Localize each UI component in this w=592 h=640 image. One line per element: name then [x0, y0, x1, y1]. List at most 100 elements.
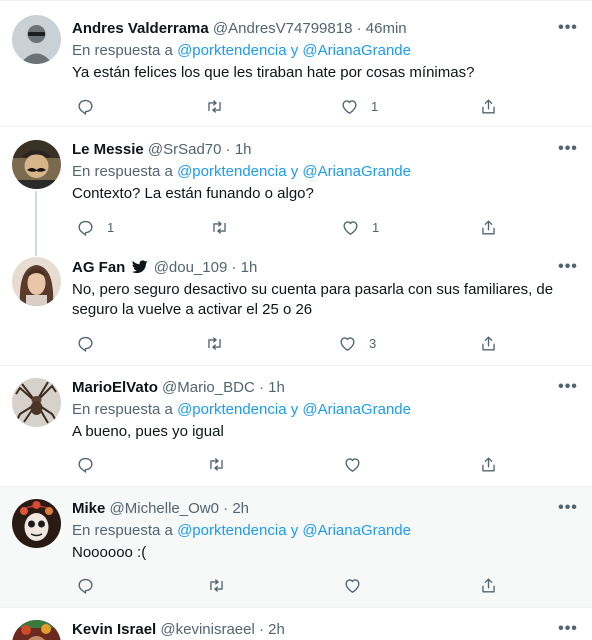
like-count: 1: [372, 219, 380, 235]
like-button[interactable]: 3: [338, 333, 376, 353]
reply-icon: [78, 99, 93, 115]
reply-button[interactable]: [76, 454, 107, 474]
reply-button[interactable]: [76, 333, 107, 353]
timestamp[interactable]: 2h: [268, 621, 285, 638]
share-icon: [482, 219, 495, 235]
tweet-header: MarioElVato @Mario_BDC · 1h: [72, 378, 578, 398]
share-icon: [482, 335, 495, 351]
share-button[interactable]: [479, 217, 498, 237]
display-name[interactable]: Le Messie: [72, 141, 144, 158]
tweet[interactable]: AG Fan @dou_109 · 1h No, pero seguro des…: [0, 248, 592, 366]
reply-count: 1: [107, 219, 115, 235]
more-options-icon[interactable]: •••: [558, 379, 578, 402]
retweet-icon: [210, 578, 223, 592]
username[interactable]: @Mario_BDC: [162, 379, 255, 396]
reply-prefix: En respuesta a: [72, 163, 173, 180]
share-button[interactable]: [479, 454, 498, 474]
avatar[interactable]: [12, 378, 61, 427]
reply-prefix: En respuesta a: [72, 522, 173, 539]
reply-context: En respuesta a @porktendencia y @ArianaG…: [72, 41, 578, 61]
like-button[interactable]: [343, 454, 374, 474]
replies-feed: Andres Valderrama @AndresV74799818 · 46m…: [0, 0, 592, 640]
avatar[interactable]: [12, 15, 61, 64]
more-options-icon[interactable]: •••: [558, 20, 578, 43]
reply-icon: [78, 336, 93, 352]
tweet[interactable]: Andres Valderrama @AndresV74799818 · 46m…: [0, 1, 592, 127]
tweet[interactable]: Kevin Israel @kevinisraeel · 2h •••: [0, 608, 592, 640]
display-name[interactable]: AG Fan: [72, 259, 125, 276]
reply-prefix: En respuesta a: [72, 401, 173, 418]
avatar[interactable]: [12, 499, 61, 548]
like-button[interactable]: [343, 575, 374, 595]
username[interactable]: @SrSad70: [148, 141, 222, 158]
separator: ·: [259, 621, 264, 638]
more-options-icon[interactable]: •••: [558, 259, 578, 282]
tweet-header: Kevin Israel @kevinisraeel · 2h: [72, 620, 578, 640]
timestamp[interactable]: 2h: [232, 500, 249, 517]
reply-mentions-link[interactable]: @porktendencia y @ArianaGrande: [177, 42, 411, 59]
reply-button[interactable]: [76, 96, 107, 116]
username[interactable]: @AndresV74799818: [213, 20, 353, 37]
like-button[interactable]: 1: [341, 217, 379, 237]
retweet-icon: [210, 457, 223, 471]
reply-context: En respuesta a @porktendencia y @ArianaG…: [72, 400, 578, 420]
display-name[interactable]: Kevin Israel: [72, 621, 156, 638]
like-count: 3: [369, 335, 377, 351]
display-name[interactable]: MarioElVato: [72, 379, 158, 396]
thread-connector: [35, 248, 37, 256]
more-options-icon[interactable]: •••: [558, 500, 578, 523]
timestamp[interactable]: 1h: [235, 141, 252, 158]
tweet[interactable]: MarioElVato @Mario_BDC · 1h En respuesta…: [0, 366, 592, 487]
share-button[interactable]: [479, 575, 498, 595]
tweet[interactable]: Le Messie @SrSad70 · 1h En respuesta a @…: [0, 127, 592, 248]
heart-icon: [343, 220, 358, 235]
avatar[interactable]: [12, 620, 61, 640]
tweet-header: AG Fan @dou_109 · 1h: [72, 258, 578, 278]
more-options-icon[interactable]: •••: [558, 621, 578, 640]
reply-mentions-link[interactable]: @porktendencia y @ArianaGrande: [177, 522, 411, 539]
tweet-actions: 3: [72, 333, 512, 353]
reply-button[interactable]: [76, 575, 107, 595]
separator: ·: [258, 379, 264, 396]
tweet-header: Le Messie @SrSad70 · 1h: [72, 140, 578, 160]
display-name[interactable]: Andres Valderrama: [72, 20, 209, 37]
tweet-text: No, pero seguro desactivo su cuenta para…: [72, 281, 554, 318]
heart-icon: [345, 578, 360, 593]
retweet-icon: [213, 220, 226, 234]
username[interactable]: @Michelle_Ow0: [110, 500, 219, 517]
tweet-text: Noooooo :(: [72, 544, 147, 561]
retweet-button[interactable]: [205, 96, 236, 116]
share-button[interactable]: [479, 333, 498, 353]
timestamp[interactable]: 1h: [241, 259, 258, 276]
avatar[interactable]: [12, 257, 61, 306]
tweet-text: Contexto? La están funando o algo?: [72, 185, 314, 202]
retweet-button[interactable]: [207, 575, 238, 595]
separator: ·: [225, 141, 231, 158]
tweet-text: Ya están felices los que les tiraban hat…: [72, 64, 475, 81]
reply-button[interactable]: 1: [76, 217, 114, 237]
reply-mentions-link[interactable]: @porktendencia y @ArianaGrande: [177, 401, 411, 418]
like-button[interactable]: 1: [340, 96, 378, 116]
heart-icon: [340, 336, 355, 351]
tweet[interactable]: Mike @Michelle_Ow0 · 2h En respuesta a @…: [0, 487, 592, 608]
display-name[interactable]: Mike: [72, 500, 105, 517]
reply-icon: [78, 457, 93, 473]
avatar[interactable]: [12, 140, 61, 189]
reply-mentions-link[interactable]: @porktendencia y @ArianaGrande: [177, 163, 411, 180]
more-options-icon[interactable]: •••: [558, 141, 578, 164]
retweet-button[interactable]: [207, 454, 238, 474]
retweet-button[interactable]: [210, 217, 241, 237]
like-count: 1: [371, 98, 379, 114]
separator: ·: [231, 259, 237, 276]
username[interactable]: @kevinisraeel: [160, 621, 254, 638]
reply-prefix: En respuesta a: [72, 42, 173, 59]
username[interactable]: @dou_109: [154, 259, 228, 276]
retweet-icon: [208, 336, 221, 350]
tweet-text: A bueno, pues yo igual: [72, 423, 224, 440]
timestamp[interactable]: 1h: [268, 379, 285, 396]
timestamp[interactable]: 46min: [366, 20, 407, 37]
retweet-button[interactable]: [205, 333, 236, 353]
share-button[interactable]: [479, 96, 498, 116]
separator: ·: [223, 500, 229, 517]
reply-context: En respuesta a @porktendencia y @ArianaG…: [72, 521, 578, 541]
